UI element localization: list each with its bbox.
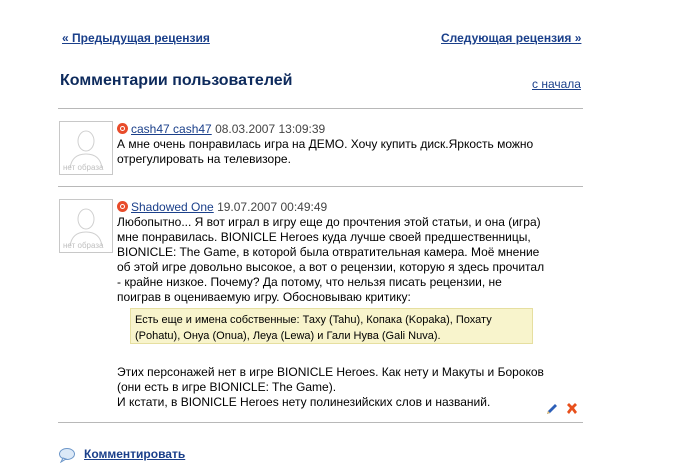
next-review-link[interactable]: Следующая рецензия » xyxy=(441,31,581,45)
comment-meta: Shadowed One 19.07.2007 00:49:49 xyxy=(117,200,547,215)
comment-quote: Есть еще и имена собственные: Таху (Tahu… xyxy=(130,308,533,344)
pencil-icon xyxy=(547,404,557,414)
comment-text: А мне очень понравилась игра на ДЕМО. Хо… xyxy=(117,137,534,166)
comment-date: 19.07.2007 00:49:49 xyxy=(217,200,328,214)
divider xyxy=(58,422,583,423)
comment-text-after2: И кстати, в BIONICLE Heroes нету полинез… xyxy=(117,395,491,409)
comment-text-after: Этих персонажей нет в игре BIONICLE Hero… xyxy=(117,365,544,394)
prev-review-link[interactable]: « Предыдущая рецензия xyxy=(62,31,210,45)
user-target-icon xyxy=(117,201,128,212)
comment-meta: cash47 cash47 08.03.2007 13:09:39 xyxy=(117,122,547,137)
from-start-link[interactable]: с начала xyxy=(532,77,581,91)
comment-username[interactable]: Shadowed One xyxy=(131,200,214,214)
comment-text: Любопытно... Я вот играл в игру еще до п… xyxy=(117,215,545,304)
comment-date: 08.03.2007 13:09:39 xyxy=(215,122,326,136)
x-delete-icon xyxy=(567,403,577,414)
delete-button[interactable] xyxy=(565,402,579,419)
comment-username[interactable]: cash47 cash47 xyxy=(131,122,212,136)
user-target-icon xyxy=(117,123,128,134)
comment-continuation: Этих персонажей нет в игре BIONICLE Hero… xyxy=(117,365,547,410)
speech-bubble-icon[interactable] xyxy=(58,447,76,466)
divider xyxy=(58,108,583,109)
comment-link[interactable]: Комментировать xyxy=(84,447,185,461)
section-title: Комментарии пользователей xyxy=(60,72,293,89)
divider xyxy=(58,186,583,187)
avatar-placeholder-text: нет образа xyxy=(63,241,104,250)
edit-button[interactable] xyxy=(545,402,559,419)
avatar: нет образа xyxy=(59,121,113,175)
comment: Shadowed One 19.07.2007 00:49:49 Любопыт… xyxy=(117,200,547,305)
avatar-placeholder-text: нет образа xyxy=(63,163,104,172)
avatar: нет образа xyxy=(59,199,113,253)
comment: cash47 cash47 08.03.2007 13:09:39 А мне … xyxy=(117,122,547,167)
